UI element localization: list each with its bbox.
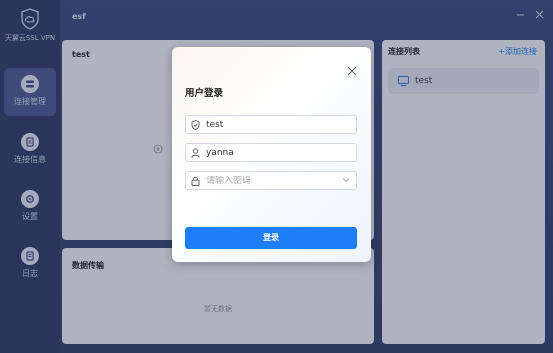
dialog-title: 用户登录 [185,88,224,99]
lock-icon [191,176,200,186]
dialog-close-button[interactable] [347,61,359,76]
connection-field[interactable]: test [185,115,357,134]
user-icon [191,147,200,158]
username-field[interactable]: yanna [185,143,357,162]
login-dialog: 用户登录 test yanna 登录 [172,47,371,262]
connection-field-value: test [206,119,224,130]
login-button[interactable]: 登录 [185,227,357,249]
password-field[interactable] [185,171,357,190]
username-field-value: yanna [206,147,234,158]
chevron-down-icon[interactable] [342,177,350,183]
app-window: 天翼云SSL VPN 连接管理 连接信息 设置 日志 esf test 连接列表… [0,0,553,353]
password-input[interactable] [206,175,336,186]
close-icon [347,66,357,76]
shield-check-icon [191,119,200,130]
